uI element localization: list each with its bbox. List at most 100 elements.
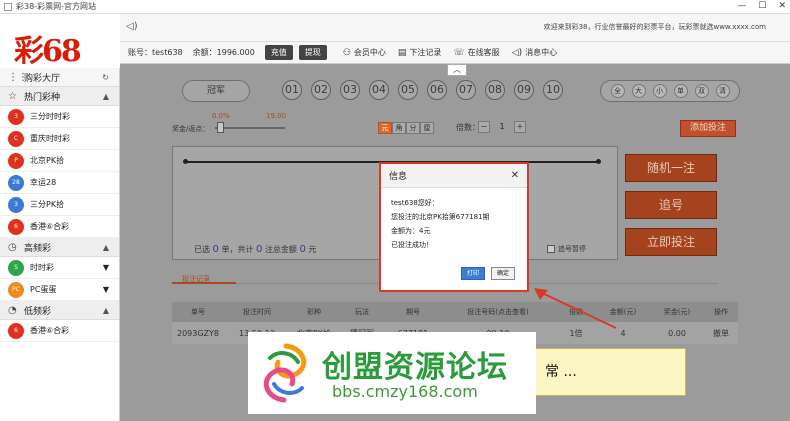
number-ball[interactable]: 09 bbox=[514, 80, 534, 100]
multiplier-stepper: − 1 + bbox=[478, 121, 526, 133]
close-window-button[interactable]: ✕ bbox=[778, 1, 786, 11]
number-ball[interactable]: 03 bbox=[340, 80, 360, 100]
sidebar-item[interactable]: PC PC蛋蛋 ▼ bbox=[0, 279, 119, 301]
site-logo[interactable]: 彩68 bbox=[14, 26, 82, 70]
unit-yuan[interactable]: 元 bbox=[378, 122, 392, 134]
star-icon: ☆ bbox=[8, 90, 17, 102]
recharge-button[interactable]: 充值 bbox=[264, 45, 293, 60]
sidebar-item[interactable]: 6 香港⑥合彩 bbox=[0, 320, 119, 342]
lottery-icon: 3 bbox=[8, 108, 24, 125]
sidebar-group-high[interactable]: ◷ 高频彩 ▲ bbox=[0, 238, 119, 257]
quick-pick-all[interactable]: 全 bbox=[610, 84, 625, 98]
unit-li[interactable]: 厘 bbox=[420, 122, 434, 134]
rebate-slider-handle[interactable] bbox=[217, 122, 224, 133]
message-center-label: 消息中心 bbox=[525, 48, 558, 57]
dialog-line: test638您好： bbox=[391, 199, 439, 207]
withdraw-button[interactable]: 提现 bbox=[298, 45, 327, 60]
table-cell: 0.00 bbox=[668, 328, 686, 338]
account-balance: 余额：1996.000 bbox=[192, 48, 255, 57]
total-count: 0 bbox=[256, 244, 263, 255]
random-bet-button[interactable]: 随机一注 bbox=[625, 154, 717, 182]
sidebar-item[interactable]: S 时时彩 ▼ bbox=[0, 257, 119, 279]
unit-jiao[interactable]: 角 bbox=[392, 122, 406, 134]
window-title: 彩38-彩票网-官方网站 bbox=[16, 2, 96, 11]
message-center-link[interactable]: ◁) 消息中心 bbox=[512, 47, 557, 58]
account-name: 账号：test638 bbox=[128, 48, 183, 57]
add-bet-button[interactable]: 添加投注 bbox=[680, 120, 736, 137]
collapse-up-icon[interactable]: ▲ bbox=[103, 92, 109, 101]
number-ball[interactable]: 05 bbox=[398, 80, 418, 100]
lottery-icon: PC bbox=[8, 281, 24, 298]
selected-mid: 单，共计 bbox=[221, 245, 254, 254]
quick-pick-big[interactable]: 大 bbox=[631, 84, 646, 98]
rebate-label: 奖金/返点： bbox=[172, 125, 210, 133]
total-amount: 0 bbox=[299, 244, 306, 255]
number-ball[interactable]: 07 bbox=[456, 80, 476, 100]
unit-fen[interactable]: 分 bbox=[406, 122, 420, 134]
expand-down-icon[interactable]: ▼ bbox=[103, 285, 109, 294]
window-controls: — ☐ ✕ bbox=[737, 1, 786, 11]
sidebar-group-label: 高频彩 bbox=[24, 243, 52, 254]
rebate-min: 0.0% bbox=[212, 112, 230, 120]
quick-pick-small[interactable]: 小 bbox=[652, 84, 667, 98]
clock-icon: ◷ bbox=[8, 241, 17, 253]
headset-icon: ☏ bbox=[453, 47, 465, 58]
multiplier-minus-button[interactable]: − bbox=[478, 121, 490, 133]
stop-chase-option[interactable]: 追号暂停 bbox=[547, 244, 586, 254]
book-icon: ▤ bbox=[397, 47, 407, 58]
ok-button[interactable]: 确定 bbox=[491, 267, 515, 280]
member-center-link[interactable]: ⚇ 会员中心 bbox=[343, 47, 386, 58]
position-pill[interactable]: 冠军 bbox=[182, 80, 250, 102]
rebate-slider-track[interactable] bbox=[215, 127, 285, 129]
sidebar-item[interactable]: C 重庆时时彩 bbox=[0, 128, 119, 150]
table-header: 单号 投注时间 彩种 玩法 期号 投注号码(点击查看) 倍数 金额(元) 奖金(… bbox=[172, 302, 738, 322]
sidebar-item[interactable]: P 北京PK拾 bbox=[0, 150, 119, 172]
annotation-arrow bbox=[534, 288, 617, 329]
quick-pick-even[interactable]: 双 bbox=[694, 84, 709, 98]
multiplier-input[interactable]: 1 bbox=[490, 121, 514, 133]
collapse-header-button[interactable]: ︿ bbox=[447, 64, 467, 76]
refresh-icon[interactable]: ↻ bbox=[102, 73, 109, 82]
sidebar-group-label: 热门彩种 bbox=[24, 92, 61, 103]
number-ball[interactable]: 04 bbox=[369, 80, 389, 100]
sidebar-hall[interactable]: ⋮⋮ 购彩大厅 ↻ bbox=[0, 68, 119, 87]
print-button[interactable]: 打印 bbox=[461, 267, 485, 280]
arrow-line bbox=[539, 291, 617, 329]
online-service-link[interactable]: ☏ 在线客服 bbox=[453, 47, 499, 58]
collapse-up-icon[interactable]: ▲ bbox=[103, 243, 109, 252]
quick-pick-odd[interactable]: 单 bbox=[673, 84, 688, 98]
dialog-line: 已投注成功！ bbox=[391, 241, 433, 249]
number-ball[interactable]: 10 bbox=[543, 80, 563, 100]
number-ball[interactable]: 06 bbox=[427, 80, 447, 100]
maximize-button[interactable]: ☐ bbox=[758, 1, 766, 11]
sidebar-item[interactable]: 28 幸运28 bbox=[0, 172, 119, 194]
close-icon[interactable]: ✕ bbox=[511, 170, 519, 181]
account-bar: 账号：test638 余额：1996.000 充值 提现 ⚇ 会员中心 ▤ 下注记录… bbox=[120, 42, 790, 64]
minimize-button[interactable]: — bbox=[737, 1, 746, 11]
sound-icon[interactable]: ◁) bbox=[126, 21, 138, 32]
sidebar: ⋮⋮ 购彩大厅 ↻ ☆ 热门彩种 ▲ 3 三分时时彩 C 重庆时时彩 P 北京PK拾 … bbox=[0, 68, 120, 421]
lottery-icon: 3 bbox=[8, 196, 24, 213]
cancel-bet-link[interactable]: 撤单 bbox=[704, 328, 738, 339]
chase-number-button[interactable]: 追号 bbox=[625, 191, 717, 219]
multiplier-plus-button[interactable]: + bbox=[514, 121, 526, 133]
sidebar-item[interactable]: 3 三分时时彩 bbox=[0, 106, 119, 128]
number-ball[interactable]: 08 bbox=[485, 80, 505, 100]
sidebar-item[interactable]: 6 香港⑥合彩 bbox=[0, 216, 119, 238]
sidebar-group-low[interactable]: ◔ 低频彩 ▲ bbox=[0, 301, 119, 320]
table-header-cell: 单号 bbox=[191, 308, 205, 316]
watermark: 创盟资源论坛 bbs.cmzy168.com bbox=[248, 332, 536, 414]
selection-summary: 已选 0 单，共计 0 注总金额 0 元 bbox=[194, 244, 316, 255]
bet-records-link[interactable]: ▤ 下注记录 bbox=[398, 47, 442, 58]
quick-pick-clear[interactable]: 清 bbox=[715, 84, 730, 98]
sidebar-item[interactable]: 3 三分PK拾 bbox=[0, 194, 119, 216]
dialog-header: 信息 ✕ bbox=[381, 164, 527, 188]
sidebar-group-hot[interactable]: ☆ 热门彩种 ▲ bbox=[0, 87, 119, 106]
expand-down-icon[interactable]: ▼ bbox=[103, 263, 109, 272]
table-header-cell: 玩法 bbox=[355, 308, 369, 316]
number-ball[interactable]: 02 bbox=[311, 80, 331, 100]
stop-chase-checkbox[interactable] bbox=[547, 245, 555, 253]
collapse-up-icon[interactable]: ▲ bbox=[103, 306, 109, 315]
number-ball[interactable]: 01 bbox=[282, 80, 302, 100]
bet-now-button[interactable]: 立即投注 bbox=[625, 228, 717, 256]
